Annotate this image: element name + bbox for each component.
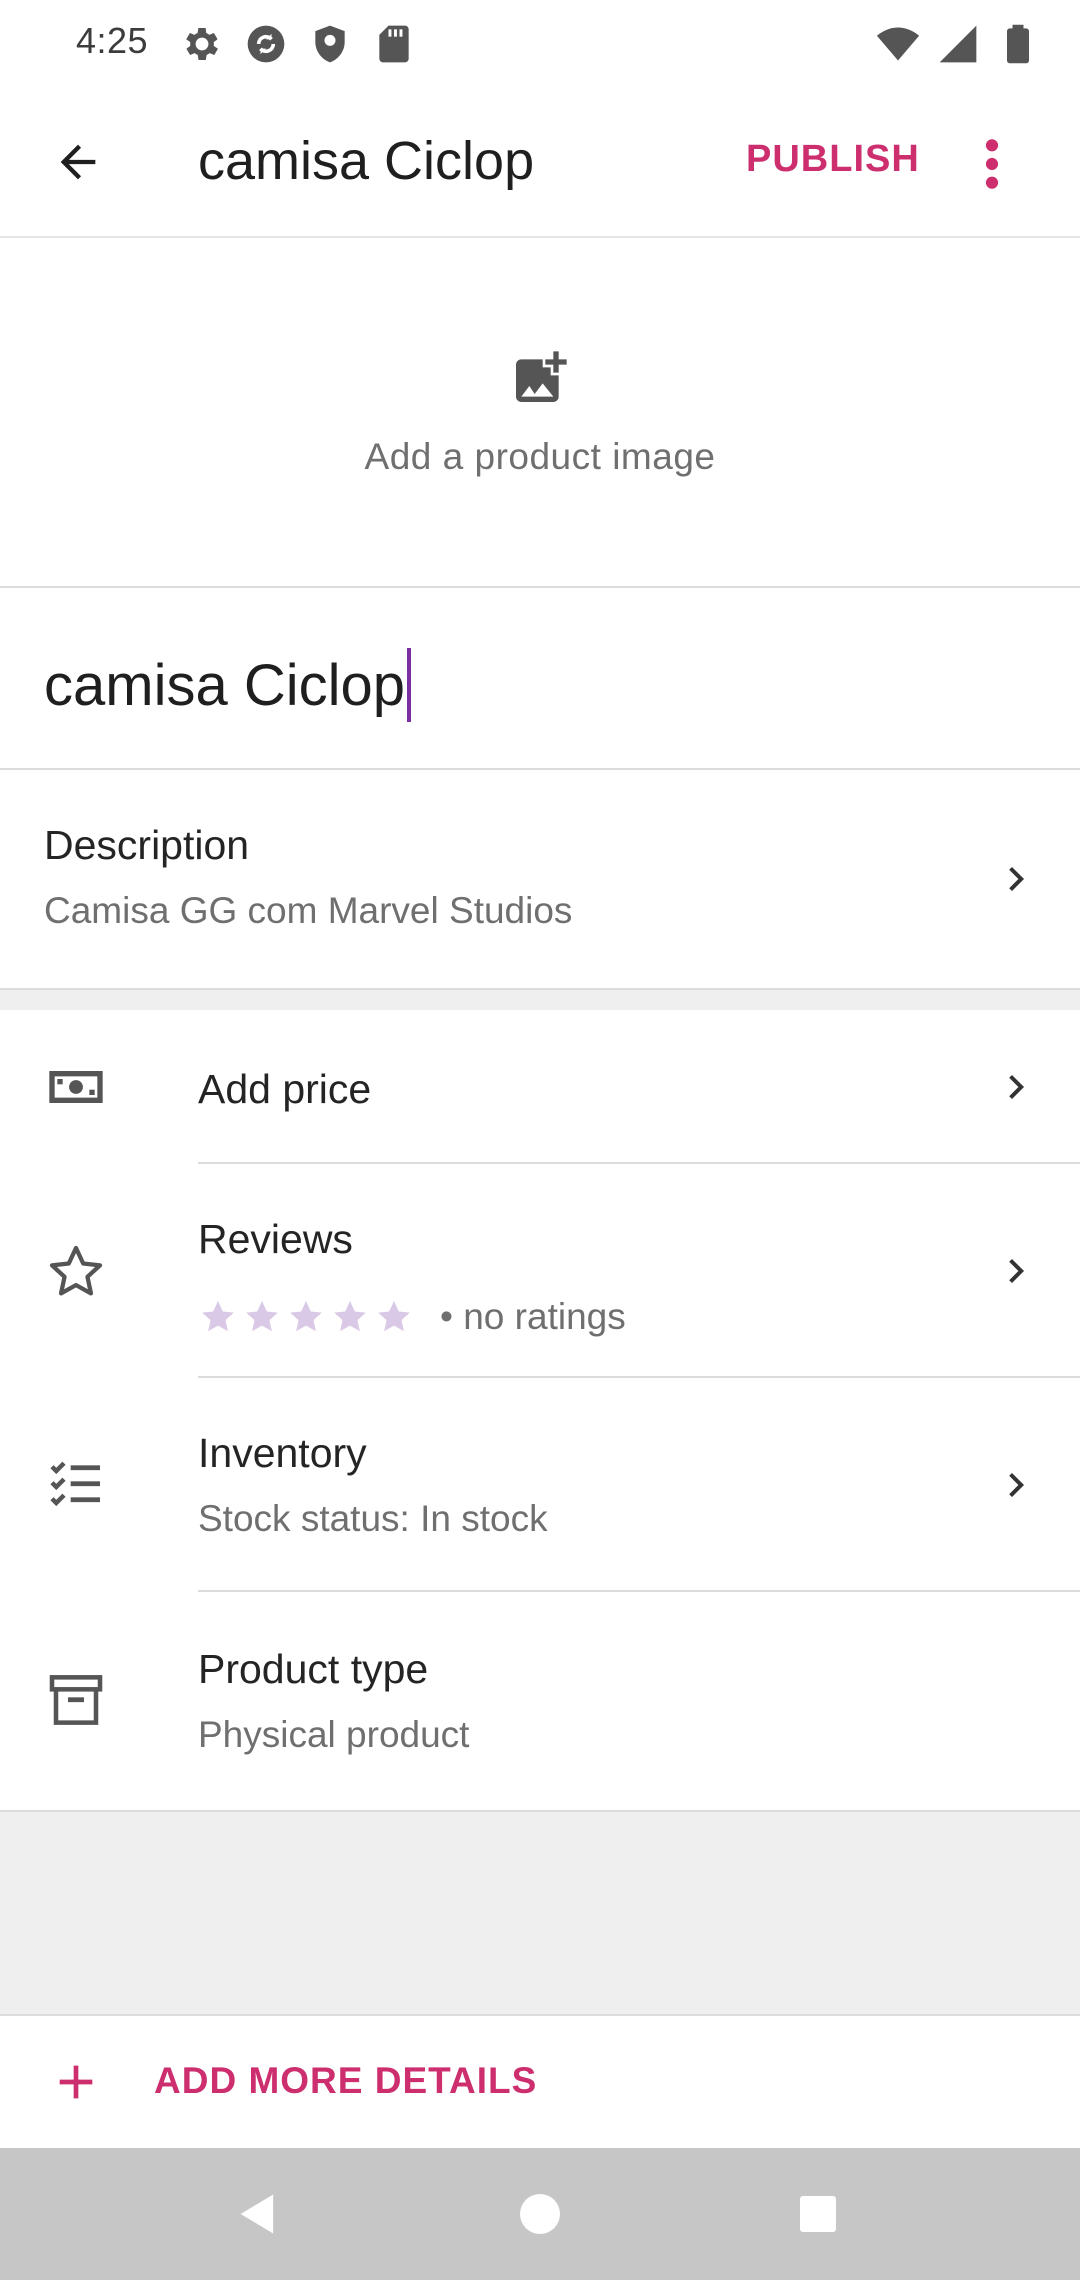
rating-stars: • no ratings (198, 1296, 626, 1338)
sync-icon (247, 25, 285, 63)
wifi-icon (876, 27, 920, 61)
section-gap (0, 990, 1080, 1010)
add-more-details-label: ADD MORE DETAILS (154, 2060, 538, 2101)
stock-status: Stock status: In stock (198, 1498, 548, 1539)
screen: 4:25 camisa Ciclop PUBLISH Add a product… (0, 0, 1080, 2280)
star-icon (290, 1301, 322, 1332)
nav-home-button[interactable] (504, 2178, 576, 2250)
status-icons-left (180, 22, 416, 66)
empty-area (0, 1812, 1080, 2014)
ratings-count: • no ratings (440, 1296, 626, 1337)
settings-icon (186, 28, 218, 60)
publish-button[interactable]: PUBLISH (740, 130, 926, 189)
star-icon (246, 1301, 278, 1332)
status-time: 4:25 (76, 20, 149, 61)
description-value: Camisa GG com Marvel Studios (44, 890, 573, 931)
product-title-value: camisa Ciclop (44, 652, 405, 718)
inventory-label: Inventory (198, 1430, 367, 1476)
sd-card-icon (379, 25, 409, 63)
chevron-right-icon (1009, 1259, 1024, 1283)
recents-square-icon (800, 2196, 836, 2232)
checklist-icon (50, 1461, 100, 1507)
chevron-right-icon (1009, 867, 1024, 891)
page-title: camisa Ciclop (198, 131, 535, 191)
toolbar: camisa Ciclop PUBLISH (0, 88, 1080, 238)
product-type-row[interactable]: Product type Physical product (0, 1592, 1080, 1810)
signal-icon (939, 25, 977, 63)
inventory-row[interactable]: Inventory Stock status: In stock (0, 1378, 1080, 1592)
overflow-menu-button[interactable] (964, 122, 1020, 206)
star-icon (378, 1301, 410, 1332)
plus-icon (59, 2065, 93, 2099)
back-button[interactable] (36, 120, 120, 204)
add-more-details-button[interactable]: ADD MORE DETAILS (0, 2014, 1080, 2150)
reviews-label: Reviews (198, 1216, 353, 1262)
reviews-row[interactable]: Reviews • no ratings (0, 1164, 1080, 1378)
product-title-input[interactable]: camisa Ciclop (44, 648, 411, 722)
star-outline-icon (49, 1245, 103, 1296)
battery-icon (1007, 24, 1029, 64)
product-type-label: Product type (198, 1646, 429, 1692)
shield-icon (315, 25, 345, 63)
product-type-value: Physical product (198, 1714, 470, 1755)
add-image-label: Add a product image (364, 436, 716, 477)
arrow-back-icon (60, 144, 96, 180)
description-label: Description (44, 822, 250, 868)
money-icon (49, 1071, 103, 1103)
status-bar: 4:25 (0, 0, 1080, 88)
system-nav-bar (0, 2148, 1080, 2280)
description-row[interactable]: Description Camisa GG com Marvel Studios (0, 770, 1080, 990)
text-cursor (407, 648, 411, 722)
nav-back-button[interactable] (222, 2178, 294, 2250)
add-price-row[interactable]: Add price (0, 1010, 1080, 1164)
nav-recents-button[interactable] (782, 2178, 854, 2250)
star-icon (202, 1301, 234, 1332)
star-icon (334, 1301, 366, 1332)
add-photo-icon (516, 351, 567, 402)
status-icons-right (876, 22, 1040, 66)
product-title-field[interactable]: camisa Ciclop (0, 588, 1080, 770)
more-vert-icon (985, 139, 999, 189)
archive-icon (49, 1675, 103, 1725)
home-circle-icon (520, 2194, 560, 2234)
back-triangle-icon (240, 2194, 274, 2234)
add-product-image[interactable]: Add a product image (0, 238, 1080, 588)
chevron-right-icon (1009, 1075, 1024, 1099)
chevron-right-icon (1009, 1473, 1024, 1497)
add-price-label: Add price (198, 1066, 372, 1112)
